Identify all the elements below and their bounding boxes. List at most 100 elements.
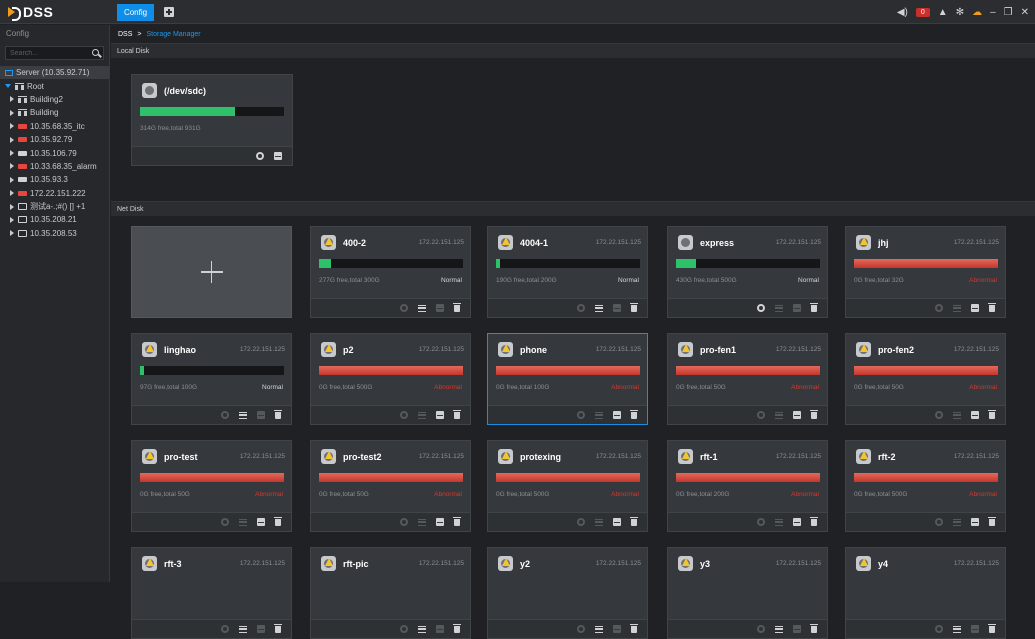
settings-gear-icon[interactable] bbox=[256, 152, 264, 160]
tree-item[interactable]: 10.35.208.53 bbox=[0, 227, 109, 240]
net-disk-card[interactable]: y3 172.22.151.125 bbox=[667, 547, 828, 639]
delete-icon[interactable] bbox=[453, 516, 461, 526]
search-icon[interactable] bbox=[92, 49, 99, 56]
delete-icon[interactable] bbox=[630, 302, 638, 312]
user-icon[interactable]: ▲ bbox=[938, 7, 948, 18]
net-disk-card[interactable]: pro-fen1 172.22.151.125 0G free,total 50G A… bbox=[667, 333, 828, 425]
net-disk-card[interactable]: p2 172.22.151.125 0G free,total 500G Abnorm… bbox=[310, 333, 471, 425]
tree-item[interactable]: Root bbox=[0, 79, 109, 92]
chevron-right-icon[interactable] bbox=[10, 216, 14, 223]
delete-icon[interactable] bbox=[810, 409, 818, 419]
tree-item[interactable]: 10.35.68.35_itc bbox=[0, 120, 109, 133]
tree-item[interactable]: 10.35.92.79 bbox=[0, 133, 109, 146]
delete-icon[interactable] bbox=[274, 623, 282, 633]
format-disk-icon[interactable] bbox=[971, 304, 979, 312]
settings-gear-icon[interactable]: ✻ bbox=[956, 7, 964, 18]
net-disk-card[interactable]: pro-fen2 172.22.151.125 0G free,total 50G A… bbox=[845, 333, 1006, 425]
alarm-count-badge[interactable]: 0 bbox=[915, 7, 930, 17]
tree-item[interactable]: 测试a-.;#() [] +1 bbox=[0, 200, 109, 213]
format-disk-icon[interactable] bbox=[257, 518, 265, 526]
cloud-icon[interactable]: ☁ bbox=[972, 7, 982, 18]
net-disk-card[interactable]: rft-3 172.22.151.125 bbox=[131, 547, 292, 639]
net-disk-card[interactable]: y4 172.22.151.125 bbox=[845, 547, 1006, 639]
tree-item[interactable]: Building bbox=[0, 106, 109, 119]
delete-icon[interactable] bbox=[988, 516, 996, 526]
delete-icon[interactable] bbox=[630, 623, 638, 633]
net-disk-card[interactable]: jhj 172.22.151.125 0G free,total 32G Abnorm… bbox=[845, 226, 1006, 318]
local-disk-card[interactable]: (/dev/sdc) 314G free,total 931G bbox=[131, 74, 293, 166]
tab-config[interactable]: Config bbox=[117, 4, 154, 21]
delete-icon[interactable] bbox=[274, 516, 282, 526]
settings-gear-icon[interactable] bbox=[757, 304, 765, 312]
net-disk-card[interactable]: protexing 172.22.151.125 0G free,total 500… bbox=[487, 440, 648, 532]
delete-icon[interactable] bbox=[988, 409, 996, 419]
format-disk-icon[interactable] bbox=[971, 411, 979, 419]
list-icon[interactable] bbox=[775, 625, 783, 633]
tree-item[interactable]: Server (10.35.92.71) bbox=[0, 66, 109, 80]
delete-icon[interactable] bbox=[630, 516, 638, 526]
chevron-right-icon[interactable] bbox=[10, 150, 14, 157]
chevron-right-icon[interactable] bbox=[10, 176, 14, 183]
net-disk-card[interactable]: express 172.22.151.125 430G free,total 500… bbox=[667, 226, 828, 318]
add-tab-icon[interactable] bbox=[164, 7, 174, 17]
list-icon[interactable] bbox=[418, 625, 426, 633]
tree-item[interactable]: 10.35.208.21 bbox=[0, 213, 109, 226]
search-input[interactable] bbox=[6, 47, 103, 59]
format-disk-icon[interactable] bbox=[613, 411, 621, 419]
minimize-icon[interactable]: – bbox=[990, 7, 996, 18]
net-disk-card[interactable]: rft-2 172.22.151.125 0G free,total 500G Abn… bbox=[845, 440, 1006, 532]
list-icon[interactable] bbox=[953, 625, 961, 633]
delete-icon[interactable] bbox=[988, 623, 996, 633]
net-disk-card[interactable]: pro-test 172.22.151.125 0G free,total 50G A… bbox=[131, 440, 292, 532]
delete-icon[interactable] bbox=[453, 302, 461, 312]
tree-item[interactable]: 10.35.93.3 bbox=[0, 173, 109, 186]
net-disk-card[interactable]: rft-pic 172.22.151.125 bbox=[310, 547, 471, 639]
net-disk-card[interactable]: phone 172.22.151.125 0G free,total 100G Abn… bbox=[487, 333, 648, 425]
tree-item[interactable]: 10.33.68.35_alarm bbox=[0, 160, 109, 173]
list-icon[interactable] bbox=[595, 304, 603, 312]
net-disk-card[interactable]: 400-2 172.22.151.125 277G free,total 300G N… bbox=[310, 226, 471, 318]
list-icon[interactable] bbox=[239, 625, 247, 633]
chevron-down-icon[interactable] bbox=[5, 84, 11, 89]
delete-icon[interactable] bbox=[810, 516, 818, 526]
format-disk-icon[interactable] bbox=[971, 518, 979, 526]
restore-icon[interactable]: ❐ bbox=[1004, 7, 1013, 18]
list-icon[interactable] bbox=[239, 411, 247, 419]
close-icon[interactable]: ✕ bbox=[1021, 7, 1029, 18]
format-disk-icon[interactable] bbox=[436, 518, 444, 526]
chevron-right-icon[interactable] bbox=[10, 230, 14, 237]
tree-item[interactable]: Building2 bbox=[0, 93, 109, 106]
net-disk-card[interactable]: pro-test2 172.22.151.125 0G free,total 50G… bbox=[310, 440, 471, 532]
chevron-right-icon[interactable] bbox=[10, 163, 14, 170]
delete-icon[interactable] bbox=[810, 302, 818, 312]
delete-icon[interactable] bbox=[630, 409, 638, 419]
settings-gear-icon bbox=[400, 518, 408, 526]
delete-icon[interactable] bbox=[453, 623, 461, 633]
format-disk-icon[interactable] bbox=[436, 411, 444, 419]
speaker-icon[interactable]: ◀) bbox=[897, 7, 908, 18]
delete-icon[interactable] bbox=[453, 409, 461, 419]
add-net-disk-button[interactable] bbox=[131, 226, 292, 318]
net-disk-card[interactable]: y2 172.22.151.125 bbox=[487, 547, 648, 639]
breadcrumb-root[interactable]: DSS bbox=[118, 31, 132, 38]
chevron-right-icon[interactable] bbox=[10, 123, 14, 130]
tree-item[interactable]: 172.22.151.222 bbox=[0, 187, 109, 200]
chevron-right-icon[interactable] bbox=[10, 203, 14, 210]
chevron-right-icon[interactable] bbox=[10, 136, 14, 143]
delete-icon[interactable] bbox=[988, 302, 996, 312]
net-disk-card[interactable]: rft-1 172.22.151.125 0G free,total 200G Abn… bbox=[667, 440, 828, 532]
list-icon[interactable] bbox=[418, 304, 426, 312]
format-disk-icon[interactable] bbox=[793, 518, 801, 526]
chevron-right-icon[interactable] bbox=[10, 109, 14, 116]
format-disk-icon[interactable] bbox=[613, 518, 621, 526]
net-disk-card[interactable]: 4004-1 172.22.151.125 190G free,total 200G… bbox=[487, 226, 648, 318]
delete-icon[interactable] bbox=[274, 409, 282, 419]
chevron-right-icon[interactable] bbox=[10, 190, 14, 197]
tree-item[interactable]: 10.35.106.79 bbox=[0, 146, 109, 159]
net-disk-card[interactable]: linghao 172.22.151.125 97G free,total 100G… bbox=[131, 333, 292, 425]
list-icon[interactable] bbox=[595, 625, 603, 633]
chevron-right-icon[interactable] bbox=[10, 96, 14, 103]
format-disk-icon[interactable] bbox=[793, 411, 801, 419]
format-disk-icon[interactable] bbox=[274, 152, 282, 160]
delete-icon[interactable] bbox=[810, 623, 818, 633]
